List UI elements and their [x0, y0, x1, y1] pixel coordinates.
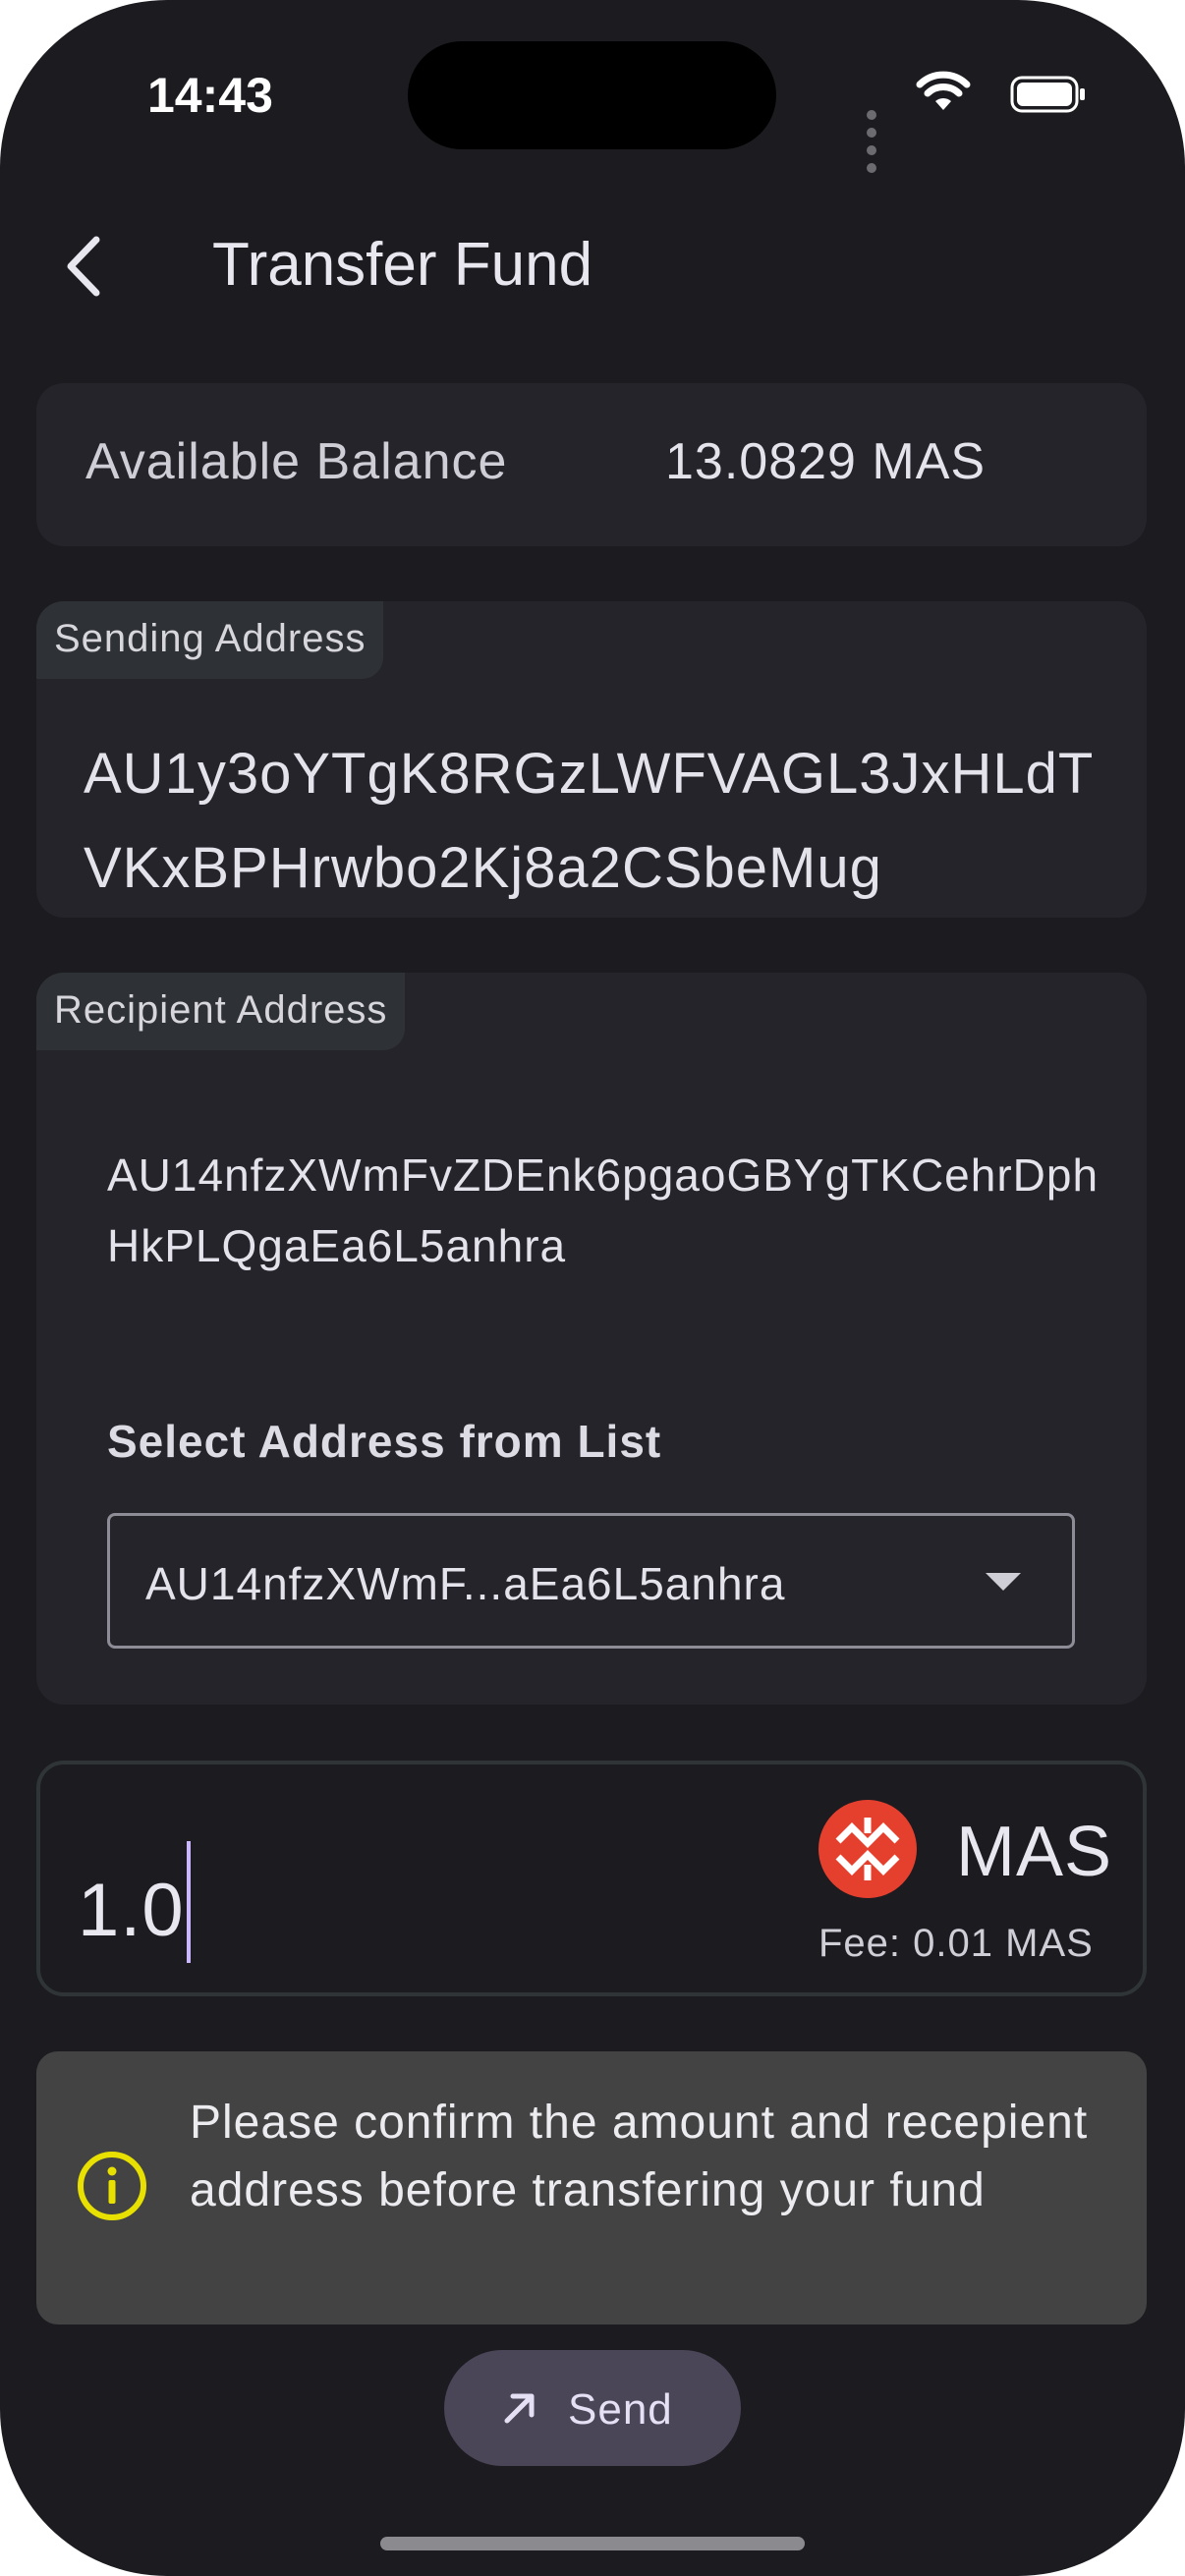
- battery-icon: [1010, 76, 1085, 113]
- dynamic-island: [408, 41, 776, 149]
- dropdown-arrow-icon: [986, 1573, 1021, 1591]
- back-icon[interactable]: [59, 232, 108, 301]
- amount-value: 1.0: [78, 1869, 185, 1952]
- balance-card: Available Balance 13.0829 MAS: [36, 383, 1147, 546]
- text-caret: [186, 1841, 191, 1963]
- massa-logo-icon: [818, 1800, 917, 1898]
- arrow-up-right-icon: [504, 2393, 535, 2424]
- home-indicator[interactable]: [380, 2537, 805, 2550]
- sending-address-value: AU1y3oYTgK8RGzLWFVAGL3JxHLdTVKxBPHrwbo2K…: [84, 742, 1095, 900]
- status-time: 14:43: [147, 68, 273, 123]
- dropdown-selected-value: AU14nfzXWmF...aEa6L5anhra: [145, 1558, 786, 1609]
- recipient-address-tag: Recipient Address: [36, 973, 406, 1050]
- recipient-address-card: Recipient Address AU14nfzXWmFvZDEnk6pgao…: [36, 973, 1147, 1705]
- fee-label: Fee: 0.01 MAS: [818, 1922, 1094, 1965]
- sending-address-card: Sending Address AU1y3oYTgK8RGzLWFVAGL3Jx…: [36, 601, 1147, 918]
- send-label: Send: [568, 2385, 673, 2434]
- page-title: Transfer Fund: [212, 231, 593, 299]
- notice-text: Please confirm the amount and recepient …: [190, 2097, 1089, 2216]
- cellular-icon: [867, 107, 880, 178]
- info-icon: [78, 2152, 146, 2220]
- recipient-address-value: AU14nfzXWmFvZDEnk6pgaoGBYgTKCehrDphHkPLQ…: [107, 1149, 1100, 1271]
- currency-label: MAS: [956, 1813, 1113, 1891]
- confirmation-notice: Please confirm the amount and recepient …: [36, 2051, 1147, 2324]
- amount-input[interactable]: 1.0: [78, 1841, 191, 1963]
- sending-address-tag: Sending Address: [36, 601, 384, 679]
- wifi-icon: [916, 71, 971, 110]
- send-button[interactable]: Send: [444, 2350, 741, 2466]
- amount-field[interactable]: 1.0 MAS Fee: 0.01 MAS: [36, 1761, 1147, 1996]
- phone-screen: 14:43 Transfer Fund Available Balance 13…: [0, 0, 1185, 2576]
- address-dropdown[interactable]: AU14nfzXWmF...aEa6L5anhra: [107, 1513, 1075, 1649]
- select-address-label: Select Address from List: [107, 1416, 662, 1467]
- balance-label: Available Balance: [85, 433, 508, 490]
- balance-value: 13.0829 MAS: [665, 433, 987, 490]
